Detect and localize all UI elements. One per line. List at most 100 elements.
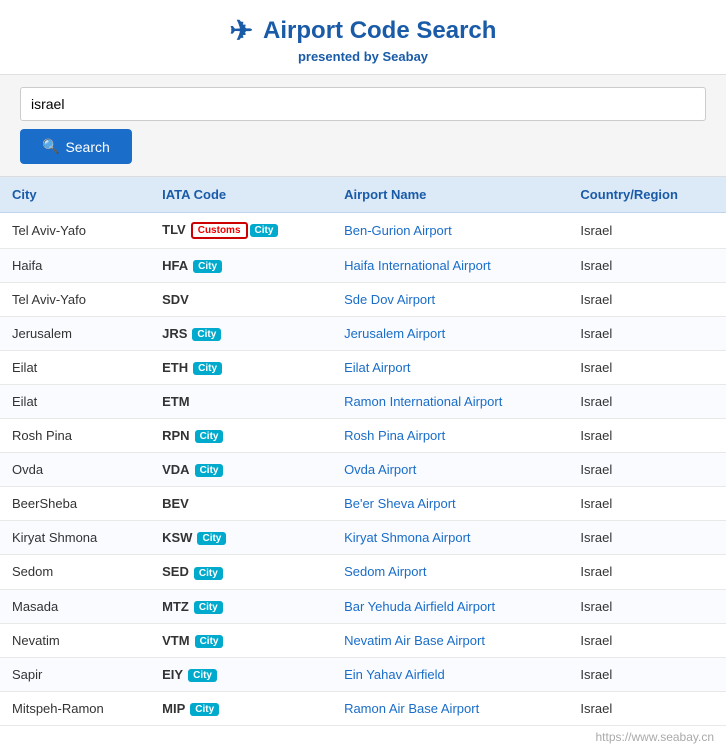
city-badge: City — [193, 362, 222, 375]
cell-airport-name[interactable]: Be'er Sheva Airport — [332, 487, 568, 521]
customs-badge: Customs — [191, 222, 248, 239]
cell-iata: RPNCity — [150, 419, 332, 453]
cell-iata: SDV — [150, 283, 332, 317]
cell-airport-name[interactable]: Jerusalem Airport — [332, 317, 568, 351]
cell-airport-name[interactable]: Bar Yehuda Airfield Airport — [332, 589, 568, 623]
airport-link[interactable]: Nevatim Air Base Airport — [344, 633, 485, 648]
cell-airport-name[interactable]: Ramon Air Base Airport — [332, 691, 568, 725]
cell-city: Eilat — [0, 385, 150, 419]
city-badge: City — [195, 464, 224, 477]
iata-code-text: KSW — [162, 530, 192, 545]
table-row: NevatimVTMCityNevatim Air Base AirportIs… — [0, 623, 726, 657]
cell-city: Mitspeh-Ramon — [0, 691, 150, 725]
iata-code-text: MTZ — [162, 599, 189, 614]
iata-code-text: TLV — [162, 222, 186, 237]
table-row: Rosh PinaRPNCity Rosh Pina Airport Israel — [0, 419, 726, 453]
cell-city: Kiryat Shmona — [0, 521, 150, 555]
cell-iata: KSWCity — [150, 521, 332, 555]
cell-airport-name[interactable]: Haifa International Airport — [332, 249, 568, 283]
iata-code-text: ETM — [162, 394, 189, 409]
cell-city: Tel Aviv-Yafo — [0, 283, 150, 317]
col-country: Country/Region — [568, 177, 726, 213]
city-badge: City — [192, 328, 221, 341]
airport-link[interactable]: Ramon Air Base Airport — [344, 701, 479, 716]
cell-airport-name[interactable]: Eilat Airport — [332, 351, 568, 385]
airport-link[interactable]: Ovda Airport — [344, 462, 416, 477]
cell-country: Israel — [568, 283, 726, 317]
cell-airport-name[interactable]: Kiryat Shmona Airport — [332, 521, 568, 555]
results-table: City IATA Code Airport Name Country/Regi… — [0, 177, 726, 726]
table-row: HaifaHFACityHaifa International AirportI… — [0, 249, 726, 283]
search-icon: 🔍 — [42, 138, 59, 155]
cell-country: Israel — [568, 317, 726, 351]
cell-city: Jerusalem — [0, 317, 150, 351]
cell-city: Haifa — [0, 249, 150, 283]
cell-country: Israel — [568, 213, 726, 249]
table-row: MasadaMTZCityBar Yehuda Airfield Airport… — [0, 589, 726, 623]
cell-iata: VTM City — [150, 623, 332, 657]
cell-airport-name[interactable]: Ein Yahav Airfield — [332, 657, 568, 691]
cell-iata: VDA City — [150, 453, 332, 487]
city-badge: City — [195, 430, 224, 443]
cell-iata: ETM — [150, 385, 332, 419]
search-area: 🔍 Search — [0, 75, 726, 177]
airport-link[interactable]: Ramon International Airport — [344, 394, 502, 409]
airport-link[interactable]: Haifa International Airport — [344, 258, 491, 273]
cell-country: Israel — [568, 487, 726, 521]
col-airport: Airport Name — [332, 177, 568, 213]
table-row: JerusalemJRSCityJerusalem AirportIsrael — [0, 317, 726, 351]
airport-link[interactable]: Ben-Gurion Airport — [344, 223, 452, 238]
cell-country: Israel — [568, 691, 726, 725]
table-row: SedomSEDCitySedom AirportIsrael — [0, 555, 726, 589]
city-badge: City — [194, 567, 223, 580]
airport-link[interactable]: Kiryat Shmona Airport — [344, 530, 470, 545]
table-row: Mitspeh-RamonMIPCity Ramon Air Base Airpo… — [0, 691, 726, 725]
cell-country: Israel — [568, 419, 726, 453]
iata-code-text: MIP — [162, 701, 185, 716]
cell-country: Israel — [568, 385, 726, 419]
iata-code-text: VDA — [162, 462, 189, 477]
airport-link[interactable]: Eilat Airport — [344, 360, 410, 375]
cell-iata: MIPCity — [150, 691, 332, 725]
cell-city: Eilat — [0, 351, 150, 385]
airport-link[interactable]: Be'er Sheva Airport — [344, 496, 456, 511]
iata-code-text: SED — [162, 564, 189, 579]
cell-airport-name[interactable]: Rosh Pina Airport — [332, 419, 568, 453]
table-row: Tel Aviv-YafoTLVCustomsCityBen-Gurion Ai… — [0, 213, 726, 249]
cell-country: Israel — [568, 351, 726, 385]
cell-city: Nevatim — [0, 623, 150, 657]
cell-city: Sedom — [0, 555, 150, 589]
cell-country: Israel — [568, 521, 726, 555]
cell-country: Israel — [568, 589, 726, 623]
airport-link[interactable]: Rosh Pina Airport — [344, 428, 445, 443]
cell-iata: MTZCity — [150, 589, 332, 623]
iata-code-text: EIY — [162, 667, 183, 682]
city-badge: City — [195, 635, 224, 648]
airport-link[interactable]: Bar Yehuda Airfield Airport — [344, 599, 495, 614]
table-row: Tel Aviv-YafoSDV Sde Dov Airport Israel — [0, 283, 726, 317]
table-row: SapirEIYCityEin Yahav AirfieldIsrael — [0, 657, 726, 691]
cell-city: Ovda — [0, 453, 150, 487]
search-button[interactable]: 🔍 Search — [20, 129, 132, 164]
cell-iata: SED City — [150, 555, 332, 589]
cell-airport-name[interactable]: Ben-Gurion Airport — [332, 213, 568, 249]
airport-link[interactable]: Sedom Airport — [344, 564, 426, 579]
cell-airport-name[interactable]: Ovda Airport — [332, 453, 568, 487]
cell-city: Sapir — [0, 657, 150, 691]
airport-link[interactable]: Jerusalem Airport — [344, 326, 445, 341]
cell-country: Israel — [568, 249, 726, 283]
cell-city: Rosh Pina — [0, 419, 150, 453]
cell-iata: TLVCustomsCity — [150, 213, 332, 249]
search-input[interactable] — [20, 87, 706, 121]
cell-airport-name[interactable]: Sde Dov Airport — [332, 283, 568, 317]
airport-link[interactable]: Sde Dov Airport — [344, 292, 435, 307]
page-header: ✈ Airport Code Search presented by Seaba… — [0, 0, 726, 75]
airport-link[interactable]: Ein Yahav Airfield — [344, 667, 445, 682]
page-title: ✈ Airport Code Search — [20, 14, 706, 47]
table-row: EilatETHCityEilat AirportIsrael — [0, 351, 726, 385]
cell-airport-name[interactable]: Nevatim Air Base Airport — [332, 623, 568, 657]
cell-airport-name[interactable]: Ramon International Airport — [332, 385, 568, 419]
cell-airport-name[interactable]: Sedom Airport — [332, 555, 568, 589]
iata-code-text: VTM — [162, 633, 189, 648]
table-row: BeerShebaBEVBe'er Sheva AirportIsrael — [0, 487, 726, 521]
